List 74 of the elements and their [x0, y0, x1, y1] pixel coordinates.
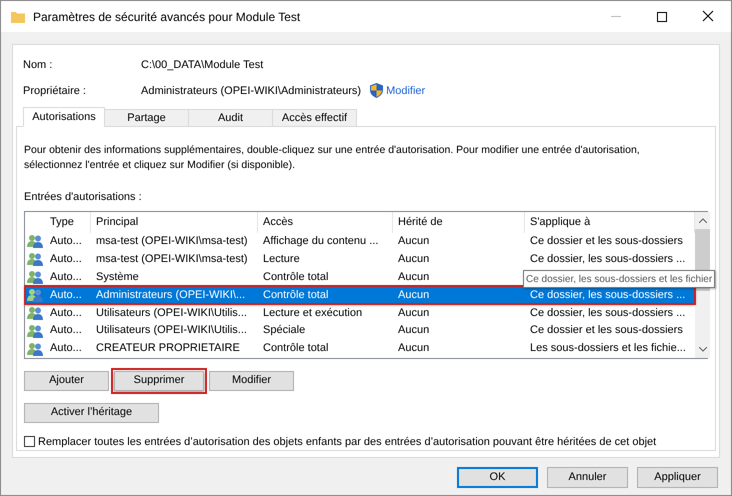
dialog-button[interactable]: Annuler	[547, 467, 628, 488]
table-cell-text: CREATEUR PROPRIETAIRE	[95, 341, 241, 356]
permission-row[interactable]: Auto... msa-test (OPEI-WIKI\msa-test) Lecture Aucun Ce dossier, les sous-dossiers ...	[25, 250, 695, 268]
tab[interactable]: Accès effectif	[272, 109, 357, 127]
table-cell-text: Aucun	[397, 252, 430, 268]
table-cell-text: Auto...	[49, 288, 83, 303]
table-cell-text: Aucun	[397, 288, 430, 303]
table-cell-text: Auto...	[49, 323, 83, 338]
field-value: Administrateurs (OPEI-WIKI\Administrateurs)	[141, 84, 362, 98]
tab[interactable]: Audit	[188, 109, 273, 127]
table-cell-text: Contrôle total	[262, 341, 330, 356]
shield-icon	[370, 83, 384, 98]
field-value: C:\00_DATA\Module Test	[141, 58, 264, 73]
table-cell-text: Affichage du contenu ...	[262, 234, 380, 250]
table-cell-text: Auto...	[49, 270, 83, 285]
permission-row[interactable]: Auto... Utilisateurs (OPEI-WIKI\Utilis... Lecture et exécution Aucun Ce dossier, les sous-dossiers ...	[25, 304, 695, 322]
enable-inheritance-button[interactable]: Activer l’héritage	[24, 402, 159, 422]
table-cell-text: Auto...	[49, 341, 83, 356]
field-label: Propriétaire :	[23, 84, 87, 98]
list-label: Entrées d'autorisations :	[24, 190, 143, 205]
table-cell-text: Ce dossier, les sous-dossiers ...	[529, 306, 686, 321]
table-cell-text: Auto...	[49, 306, 83, 321]
table-cell-text: Ce dossier et les sous-dossiers	[529, 323, 684, 338]
table-cell-text: Système	[95, 270, 140, 285]
users-icon	[27, 324, 43, 338]
field-label: Nom :	[23, 58, 54, 73]
table-cell-text: Lecture	[262, 252, 301, 268]
table-cell-text: Utilisateurs (OPEI-WIKI\Utilis...	[95, 306, 248, 321]
table-cell-text: Utilisateurs (OPEI-WIKI\Utilis...	[95, 323, 248, 338]
permission-row[interactable]: Auto... Administrateurs (OPEI-WIKI\... Contrôle total Aucun Ce dossier, les sous-dossiers ...	[25, 286, 695, 304]
action-button[interactable]: Modifier	[209, 370, 294, 390]
column-header[interactable]: Hérité de	[393, 212, 525, 232]
table-cell-text: Aucun	[397, 234, 430, 250]
table-cell-text: Lecture et exécution	[262, 306, 364, 321]
table-cell-text: Contrôle total	[262, 270, 330, 285]
table-cell-text: msa-test (OPEI-WIKI\msa-test)	[95, 234, 249, 250]
table-cell-text: Spéciale	[262, 323, 306, 338]
checkbox[interactable]	[24, 436, 35, 448]
tab[interactable]: Autorisations	[23, 107, 105, 127]
table-cell-text: Aucun	[397, 341, 430, 356]
users-icon	[27, 342, 43, 356]
users-icon	[27, 288, 43, 302]
dialog-button[interactable]: Appliquer	[637, 467, 718, 488]
column-header[interactable]: Accès	[258, 212, 393, 232]
folder-icon	[11, 10, 25, 24]
users-icon	[27, 252, 43, 266]
modify-link[interactable]: Modifier	[386, 82, 426, 99]
dialog-button[interactable]: OK	[457, 467, 538, 488]
users-icon	[27, 306, 43, 320]
permission-row[interactable]: Auto... CREATEUR PROPRIETAIRE Contrôle total Aucun Les sous-dossiers et les fichie...	[25, 340, 695, 358]
users-icon	[27, 270, 43, 284]
permission-row[interactable]: Auto... Utilisateurs (OPEI-WIKI\Utilis... Spéciale Aucun Ce dossier et les sous-dossiers	[25, 322, 695, 340]
table-cell-text: Administrateurs (OPEI-WIKI\...	[95, 288, 246, 303]
table-cell-text: Aucun	[397, 270, 430, 285]
table-cell-text: Auto...	[49, 234, 83, 250]
table-cell-text: Aucun	[397, 306, 430, 321]
table-cell-text: Les sous-dossiers et les fichie...	[529, 341, 687, 356]
table-cell-text: Aucun	[397, 323, 430, 338]
column-header[interactable]: Type	[45, 212, 91, 232]
window-title: Paramètres de sécurité avancés pour Module Test	[33, 8, 300, 26]
checkbox-label: Remplacer toutes les entrées d’autorisation des objets enfants par des entrées d’autorisation pouvant être héritées de cet objet	[38, 434, 656, 450]
tab[interactable]: Partage	[104, 109, 189, 127]
table-cell-text: Ce dossier et les sous-dossiers	[529, 234, 684, 250]
table-cell-text: Ce dossier, les sous-dossiers ...	[529, 252, 686, 268]
tooltip: Ce dossier, les sous-dossiers et les fichier	[523, 270, 716, 288]
table-cell-text: Contrôle total	[262, 288, 330, 303]
permission-row[interactable]: Auto... msa-test (OPEI-WIKI\msa-test) Affichage du contenu ... Aucun Ce dossier et les sous-dossiers	[25, 232, 695, 250]
table-cell-text: msa-test (OPEI-WIKI\msa-test)	[95, 252, 249, 268]
column-header[interactable]: Principal	[91, 212, 258, 232]
table-cell-text: Ce dossier, les sous-dossiers ...	[529, 288, 686, 303]
info-text: Pour obtenir des informations supplémentaires, double-cliquez sur une entrée d'autorisation. Pour modifier une entrée d'autorisation, sélectionnez l'entrée et cliquez sur Modifier (si disponible).	[24, 143, 641, 173]
action-button[interactable]: Ajouter	[24, 370, 109, 390]
users-icon	[27, 234, 43, 248]
table-cell-text: Auto...	[49, 252, 83, 268]
